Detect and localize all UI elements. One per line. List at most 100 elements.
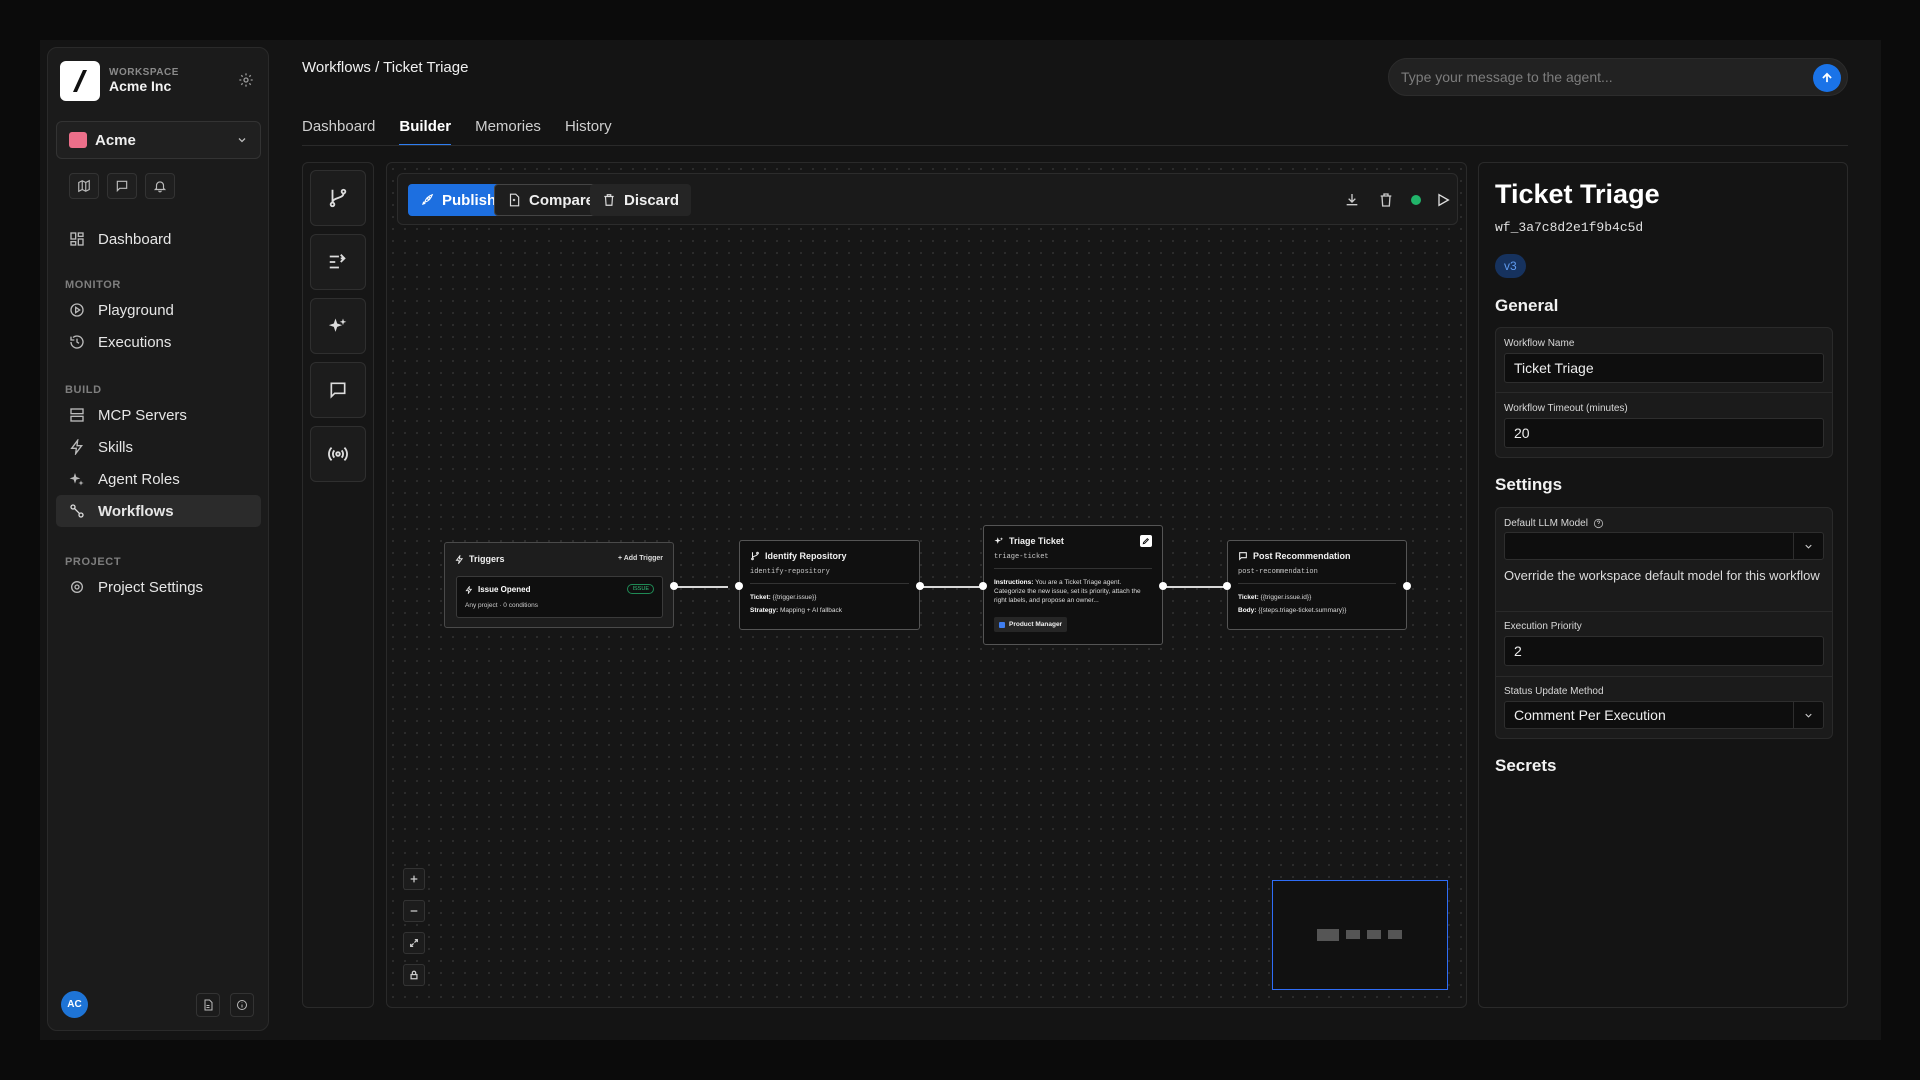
route-icon: [329, 254, 346, 269]
zoom-in-button[interactable]: [403, 868, 425, 890]
workspace-header[interactable]: WORKSPACE Acme Inc: [60, 60, 256, 102]
output-port[interactable]: [916, 582, 924, 590]
general-group: Workflow Name Workflow Timeout (minutes): [1495, 327, 1833, 458]
minimap[interactable]: [1272, 880, 1448, 990]
tab-dashboard[interactable]: Dashboard: [302, 118, 375, 146]
zoom-out-button[interactable]: [403, 900, 425, 922]
tab-history[interactable]: History: [565, 118, 612, 146]
chevron-down-icon: [1793, 533, 1823, 559]
add-agent-button[interactable]: [310, 298, 366, 354]
notifications-button[interactable]: [145, 173, 175, 199]
role-name: Product Manager: [1009, 621, 1063, 628]
output-port[interactable]: [1403, 582, 1411, 590]
download-button[interactable]: [1342, 190, 1362, 210]
input-port[interactable]: [735, 582, 743, 590]
node-title: Post Recommendation: [1253, 551, 1351, 561]
execution-priority-input[interactable]: [1504, 636, 1824, 666]
properties-panel: Ticket Triage wf_3a7c8d2e1f9b4c5d v3 Gen…: [1478, 162, 1848, 1008]
sidebar-item-label: Executions: [98, 333, 172, 351]
file-diff-icon: [509, 193, 520, 207]
lock-icon: [410, 970, 418, 980]
avatar[interactable]: AC: [61, 991, 88, 1018]
status-update-select[interactable]: Comment Per Execution: [1504, 701, 1824, 729]
node-field-instructions: Instructions: You are a Ticket Triage ag…: [994, 579, 1154, 605]
input-port[interactable]: [1223, 582, 1231, 590]
sidebar-item-label: Workflows: [98, 502, 174, 520]
sidebar-item-project-settings[interactable]: Project Settings: [56, 571, 261, 603]
workflow-id: wf_3a7c8d2e1f9b4c5d: [1495, 220, 1644, 235]
sidebar-item-label: Dashboard: [98, 230, 172, 248]
workflow-name-input[interactable]: [1504, 353, 1824, 383]
git-branch-icon: [751, 551, 759, 561]
org-selector[interactable]: Acme: [56, 121, 261, 159]
chat-button[interactable]: [107, 173, 137, 199]
discard-button[interactable]: Discard: [590, 184, 692, 216]
output-port[interactable]: [670, 582, 678, 590]
workflow-canvas[interactable]: Publish Compare Discard Triggers + Add T…: [386, 162, 1467, 1008]
sidebar-item-dashboard[interactable]: Dashboard: [56, 223, 261, 255]
run-button[interactable]: [1433, 190, 1453, 210]
input-port[interactable]: [979, 582, 987, 590]
node-identify-repository[interactable]: Identify Repository identify-repository …: [735, 540, 924, 630]
field-label: Body:: [1238, 607, 1257, 614]
sidebar-item-executions[interactable]: Executions: [56, 326, 261, 358]
gear-icon[interactable]: [238, 72, 256, 90]
edit-node-button[interactable]: [1140, 535, 1152, 547]
trigger-item[interactable]: Issue Opened ISSUE Any project · 0 condi…: [456, 576, 663, 618]
workflow-timeout-input[interactable]: [1504, 418, 1824, 448]
node-divider: [1238, 583, 1396, 584]
play-circle-icon: [68, 301, 86, 319]
add-broadcast-button[interactable]: [310, 426, 366, 482]
node-slug: triage-ticket: [994, 553, 1049, 561]
general-heading: General: [1495, 296, 1559, 315]
node-triage-ticket[interactable]: Triage Ticket triage-ticket Instructions…: [979, 525, 1167, 645]
add-branch-button[interactable]: [310, 170, 366, 226]
git-branch-icon: [329, 188, 347, 208]
minimap-node: [1317, 929, 1339, 941]
sidebar-item-skills[interactable]: Skills: [56, 431, 261, 463]
bell-icon: [153, 181, 167, 193]
send-button[interactable]: [1813, 64, 1841, 92]
message-square-icon: [1239, 552, 1247, 561]
chat-icon: [116, 180, 128, 193]
broadcast-icon: [328, 446, 348, 462]
trash-icon: [1380, 193, 1392, 207]
field-value: Mapping + AI fallback: [780, 607, 842, 614]
add-message-button[interactable]: [310, 362, 366, 418]
node-post-recommendation[interactable]: Post Recommendation post-recommendation …: [1223, 540, 1411, 630]
sparkles-icon: [68, 470, 86, 488]
workflow-timeout-label: Workflow Timeout (minutes): [1504, 403, 1628, 414]
sidebar-item-workflows[interactable]: Workflows: [56, 495, 261, 527]
sidebar-item-mcp-servers[interactable]: MCP Servers: [56, 399, 261, 431]
docs-button[interactable]: [196, 993, 220, 1017]
llm-model-select[interactable]: [1504, 532, 1824, 560]
workflow-name-label: Workflow Name: [1504, 338, 1575, 349]
sidebar: WORKSPACE Acme Inc Acme Dashboard MONITO…: [47, 47, 269, 1031]
sidebar-item-playground[interactable]: Playground: [56, 294, 261, 326]
chevron-down-icon: [1793, 702, 1823, 728]
history-icon: [68, 333, 86, 351]
field-label: Strategy:: [750, 607, 779, 614]
info-button[interactable]: [230, 993, 254, 1017]
fit-view-button[interactable]: [403, 932, 425, 954]
add-trigger-button[interactable]: + Add Trigger: [618, 555, 663, 562]
lock-canvas-button[interactable]: [403, 964, 425, 986]
node-triggers[interactable]: Triggers + Add Trigger Issue Opened ISSU…: [444, 542, 678, 628]
edge-triggers-identify: [671, 586, 728, 588]
secrets-heading: Secrets: [1495, 756, 1557, 775]
sidebar-item-agent-roles[interactable]: Agent Roles: [56, 463, 261, 495]
role-color-swatch: [999, 621, 1005, 628]
help-circle-icon[interactable]: [1593, 518, 1604, 529]
output-port[interactable]: [1159, 582, 1167, 590]
add-router-button[interactable]: [310, 234, 366, 290]
tab-memories[interactable]: Memories: [475, 118, 541, 146]
canvas-toolbar: Publish Compare Discard: [397, 173, 1458, 225]
tab-builder[interactable]: Builder: [399, 118, 452, 146]
node-field-ticket: Ticket: {{trigger.issue}}: [750, 594, 911, 603]
node-field-ticket: Ticket: {{trigger.issue.id}}: [1238, 594, 1398, 603]
edge-triage-post: [1161, 586, 1225, 588]
delete-button[interactable]: [1376, 190, 1396, 210]
map-button[interactable]: [69, 173, 99, 199]
lightning-icon: [465, 585, 473, 594]
agent-message-input[interactable]: [1388, 58, 1848, 96]
